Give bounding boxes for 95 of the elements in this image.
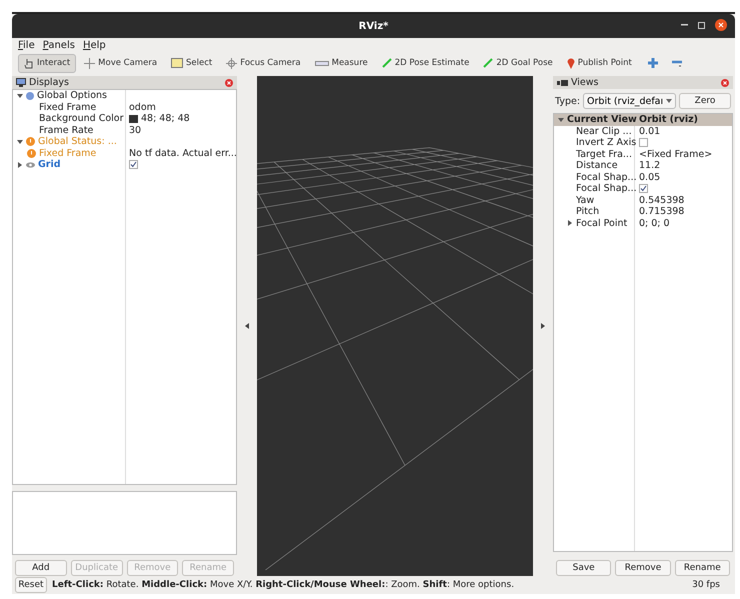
eye-icon xyxy=(26,162,35,168)
property-value: 0.05 xyxy=(639,172,660,183)
ruler-icon xyxy=(314,60,329,66)
collapsed-caret-icon[interactable] xyxy=(567,220,573,226)
expanded-caret-icon[interactable] xyxy=(558,116,564,123)
expand-arrow-icon[interactable] xyxy=(541,323,545,329)
tool-button[interactable]: Interact xyxy=(18,54,76,72)
property-label: Target Fra... xyxy=(576,148,632,160)
plus-icon[interactable] xyxy=(648,58,658,68)
minus-icon[interactable] xyxy=(672,58,682,68)
property-label: Distance xyxy=(576,160,618,172)
tree-row[interactable]: Focal Point 0; 0; 0 xyxy=(554,218,732,229)
maximize-icon[interactable] xyxy=(698,22,705,28)
map-pin-icon xyxy=(566,58,575,68)
panel-button[interactable]: Rename xyxy=(674,560,730,576)
property-label: Pitch xyxy=(576,206,600,218)
tool-button[interactable]: Focus Camera xyxy=(220,54,307,72)
property-label: Fixed Frame xyxy=(39,148,96,159)
tool-button[interactable]: 2D Goal Pose xyxy=(477,54,559,72)
property-value: 0.01 xyxy=(639,126,660,137)
tree-row[interactable]: Current View Orbit (rviz) xyxy=(554,114,732,126)
collapse-arrow-icon[interactable] xyxy=(245,323,249,329)
checkbox[interactable] xyxy=(129,160,138,170)
warning-icon xyxy=(27,148,36,158)
crosshair-icon xyxy=(226,58,238,68)
menu-item[interactable]: Help xyxy=(82,40,106,51)
panel-title: Views xyxy=(571,77,600,88)
property-value: 30 xyxy=(129,124,142,136)
tool-button[interactable]: Select xyxy=(165,54,218,72)
tree-row[interactable]: Invert Z Axis xyxy=(554,137,732,148)
tree-row[interactable]: Distance 11.2 xyxy=(554,160,732,172)
tree-row[interactable]: Near Clip ... 0.01 xyxy=(554,126,732,137)
expanded-caret-icon[interactable] xyxy=(17,138,23,145)
zero-button[interactable]: Zero xyxy=(679,93,731,109)
tree-label: Grid xyxy=(38,159,61,170)
tree-label: Global Status: ... xyxy=(38,136,117,148)
checkbox[interactable] xyxy=(639,184,648,194)
property-value: Orbit (rviz) xyxy=(638,114,698,126)
panel-button[interactable]: Remove xyxy=(615,560,671,576)
tree-row[interactable]: Global Options xyxy=(13,90,236,102)
tree-row[interactable]: Grid xyxy=(13,159,236,170)
move-arrows-icon xyxy=(84,58,96,68)
tree-row[interactable]: Frame Rate 30 xyxy=(13,124,236,136)
fps-label: 30 fps xyxy=(692,580,721,590)
property-value: 0; 0; 0 xyxy=(639,218,670,229)
minimize-icon[interactable] xyxy=(681,24,688,26)
tree-row[interactable]: Pitch 0.715398 xyxy=(554,206,732,218)
selection-box-icon xyxy=(171,58,184,68)
tree-row[interactable]: Yaw 0.545398 xyxy=(554,194,732,206)
collapsed-caret-icon[interactable] xyxy=(17,162,23,168)
checkbox[interactable] xyxy=(639,138,648,148)
monitor-icon xyxy=(16,78,26,87)
property-label: Focal Shap... xyxy=(576,183,637,194)
property-value: No tf data. Actual err... xyxy=(129,148,237,159)
tool-button[interactable]: Move Camera xyxy=(78,54,164,72)
panel-button[interactable]: Add xyxy=(15,560,67,576)
tree-row[interactable]: Focal Shap... xyxy=(554,183,732,194)
warning-icon xyxy=(26,137,35,146)
panel-title: Displays xyxy=(29,77,70,88)
tree-row[interactable]: Fixed Frame odom xyxy=(13,102,236,113)
property-label: Near Clip ... xyxy=(576,126,632,137)
property-label: Invert Z Axis xyxy=(576,137,636,148)
panel-button[interactable]: Save xyxy=(556,560,612,576)
tool-button[interactable]: Measure xyxy=(308,54,374,72)
close-icon[interactable] xyxy=(715,19,727,31)
dropdown-arrow-icon xyxy=(666,99,672,103)
property-label: Focal Shap... xyxy=(576,172,637,183)
property-value: odom xyxy=(129,102,156,113)
property-label: Fixed Frame xyxy=(39,102,96,113)
tree-row[interactable]: Fixed Frame No tf data. Actual err... xyxy=(13,148,236,159)
property-value: 0.715398 xyxy=(639,206,684,218)
window-title: RViz* xyxy=(358,20,388,32)
menu-item[interactable]: Panels xyxy=(42,40,75,51)
camera-icon xyxy=(557,80,568,86)
property-value: 0.545398 xyxy=(639,194,684,206)
expanded-caret-icon[interactable] xyxy=(17,92,23,99)
property-value: <Fixed Frame> xyxy=(639,148,712,160)
tree-row[interactable]: Target Fra... <Fixed Frame> xyxy=(554,148,732,160)
status-hint: Left-Click: Rotate. Middle-Click: Move X/Y. Right-Click/Mouse Wheel:: Zoom. Shift: More options. xyxy=(52,580,516,590)
property-label: Focal Point xyxy=(576,218,628,229)
tree-row[interactable]: Background Color 48; 48; 48 xyxy=(13,113,236,124)
tool-button[interactable]: Publish Point xyxy=(560,54,638,72)
property-label: Yaw xyxy=(576,194,594,206)
property-label: Frame Rate xyxy=(39,124,94,136)
reset-button[interactable]: Reset xyxy=(15,577,47,593)
type-dropdown[interactable]: Orbit (rviz_defaı xyxy=(583,93,676,109)
tree-label: Current View xyxy=(567,114,637,126)
property-label: Background Color xyxy=(39,113,124,124)
type-label: Type: xyxy=(555,96,580,106)
property-value: 48; 48; 48 xyxy=(141,113,190,124)
menu-item[interactable]: File xyxy=(18,40,35,51)
tree-row[interactable]: Focal Shap... 0.05 xyxy=(554,172,732,183)
tool-button[interactable]: 2D Pose Estimate xyxy=(376,54,476,72)
tree-label: Global Options xyxy=(37,90,107,102)
property-value: 11.2 xyxy=(639,160,660,172)
